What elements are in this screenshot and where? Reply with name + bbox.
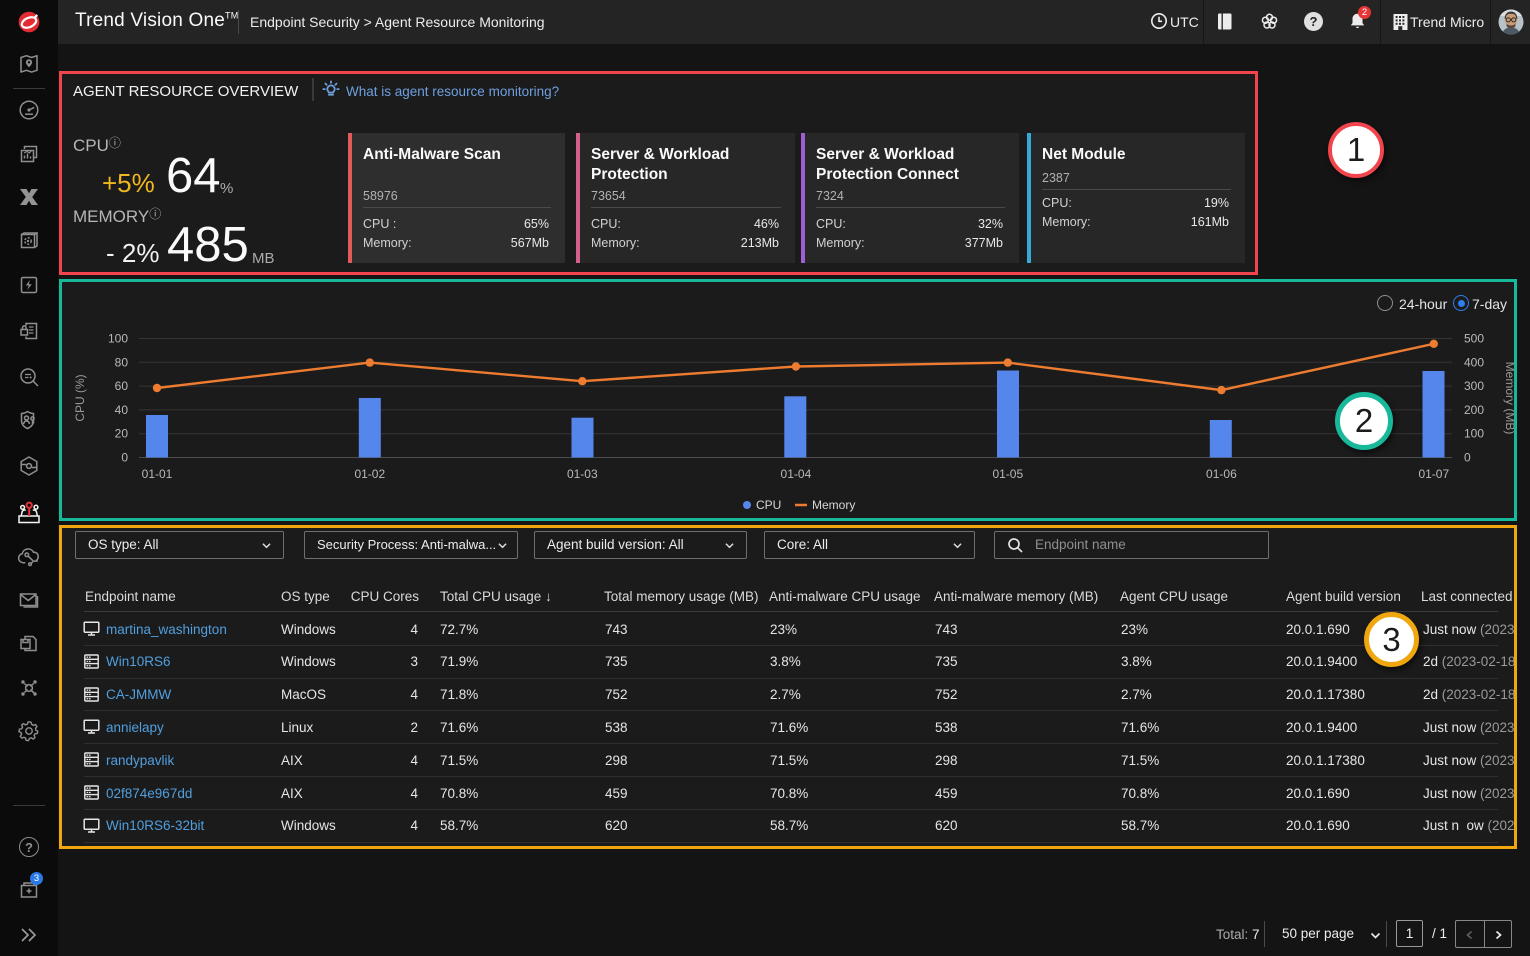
svg-text:40: 40 bbox=[115, 403, 129, 417]
svg-text:01-06: 01-06 bbox=[1206, 467, 1237, 481]
svg-text:Memory: Memory bbox=[812, 498, 855, 512]
svg-text:100: 100 bbox=[1464, 427, 1484, 441]
svg-text:100: 100 bbox=[108, 332, 128, 346]
svg-text:200: 200 bbox=[1464, 403, 1484, 417]
svg-text:CPU (%): CPU (%) bbox=[73, 374, 87, 421]
svg-text:CPU: CPU bbox=[756, 498, 781, 512]
svg-text:01-07: 01-07 bbox=[1418, 467, 1449, 481]
svg-text:01-04: 01-04 bbox=[781, 467, 812, 481]
svg-text:20: 20 bbox=[115, 427, 129, 441]
svg-text:300: 300 bbox=[1464, 379, 1484, 393]
svg-text:01-05: 01-05 bbox=[992, 467, 1023, 481]
svg-text:01-02: 01-02 bbox=[354, 467, 385, 481]
svg-text:01-01: 01-01 bbox=[142, 467, 173, 481]
svg-text:500: 500 bbox=[1464, 332, 1484, 346]
svg-text:Memory (MB): Memory (MB) bbox=[1503, 362, 1514, 435]
svg-text:0: 0 bbox=[121, 451, 128, 465]
svg-text:400: 400 bbox=[1464, 355, 1484, 369]
svg-text:0: 0 bbox=[1464, 451, 1471, 465]
svg-text:60: 60 bbox=[115, 379, 129, 393]
svg-text:80: 80 bbox=[115, 355, 129, 369]
svg-text:01-03: 01-03 bbox=[567, 467, 598, 481]
